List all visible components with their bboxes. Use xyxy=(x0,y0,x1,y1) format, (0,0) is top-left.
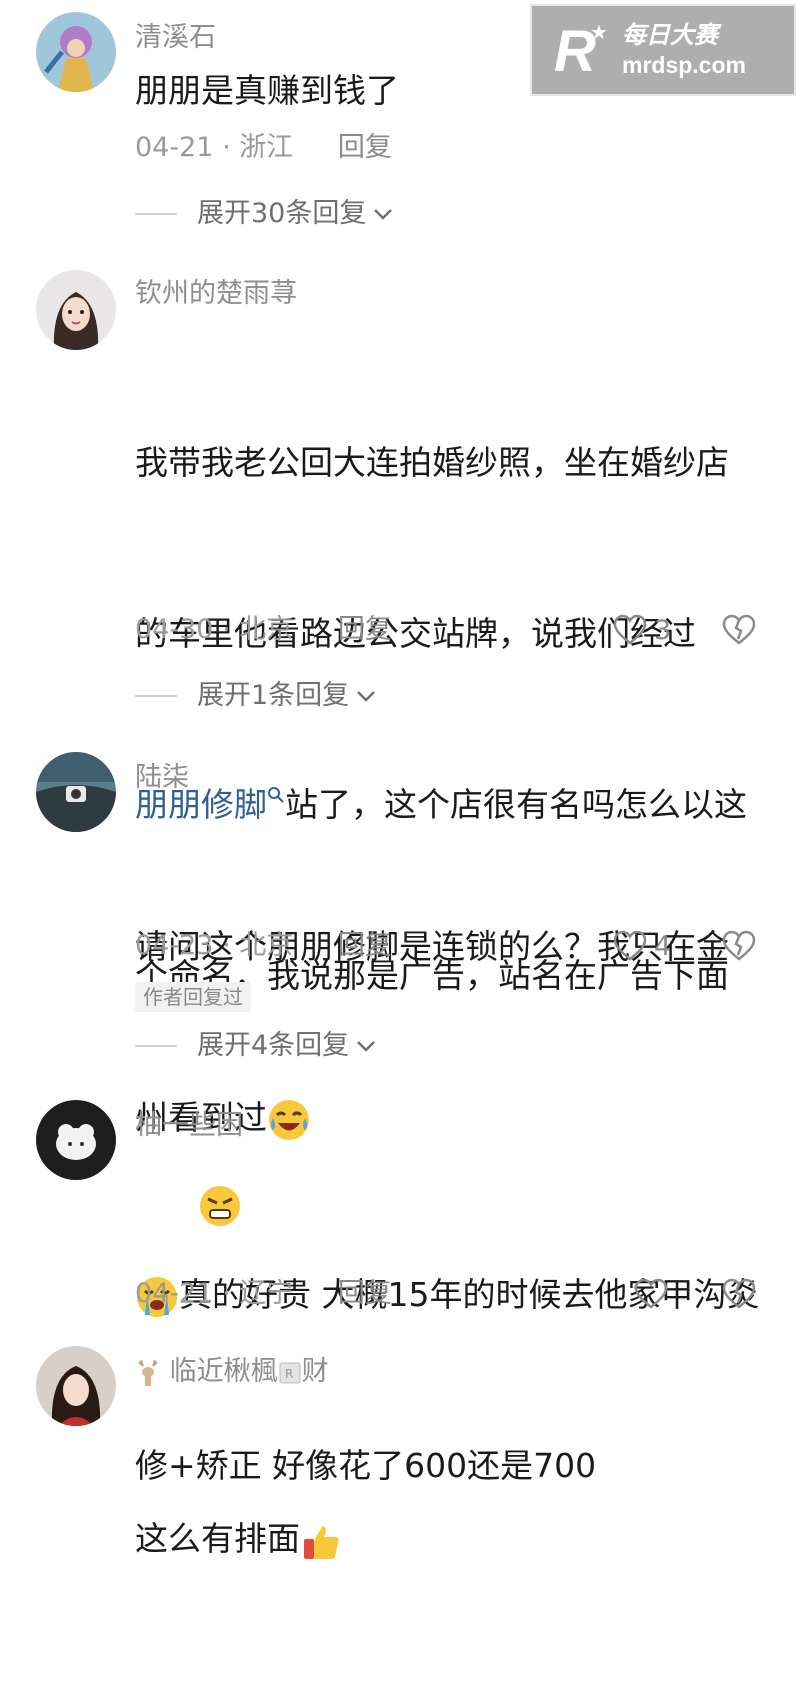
thumbs-up-emoji-icon xyxy=(304,1526,339,1559)
heart-icon xyxy=(613,930,647,961)
username[interactable]: 清溪石 xyxy=(135,20,216,56)
expand-replies-button[interactable]: 展开4条回复 xyxy=(135,1028,377,1064)
like-button[interactable]: 3 xyxy=(612,612,671,648)
comment-date: 04-21 xyxy=(135,132,214,163)
comment-meta: 04-21 · 辽宁 回复 xyxy=(135,1278,392,1309)
comment-location: 浙江 xyxy=(239,132,294,163)
author-replied-badge: 作者回复过 xyxy=(135,982,251,1012)
heart-icon xyxy=(613,614,647,645)
comment-meta: 04-30 · 北京 回复 xyxy=(135,614,392,645)
dislike-button[interactable] xyxy=(721,1276,757,1316)
expand-replies-label: 展开1条回复 xyxy=(197,680,350,711)
broken-heart-icon xyxy=(722,614,756,645)
expand-replies-button[interactable]: 展开1条回复 xyxy=(135,678,377,714)
comment-date: 04-21 xyxy=(135,1278,214,1309)
broken-heart-icon xyxy=(722,930,756,961)
reply-button[interactable]: 回复 xyxy=(338,1278,392,1309)
username[interactable]: 钦州的楚雨荨 xyxy=(135,276,297,312)
comment-text: 朋朋是真赚到钱了 xyxy=(135,71,399,110)
laughing-crying-emoji-icon xyxy=(269,1099,309,1140)
avatar[interactable] xyxy=(36,752,116,832)
avatar[interactable] xyxy=(36,270,116,350)
chevron-down-icon xyxy=(374,209,393,220)
reply-button[interactable]: 回复 xyxy=(338,614,392,645)
svg-text:★: ★ xyxy=(590,20,608,44)
like-button[interactable]: 4 xyxy=(612,928,671,964)
reply-button[interactable]: 回复 xyxy=(338,930,392,961)
search-icon xyxy=(268,787,284,803)
divider-line xyxy=(135,695,177,697)
comment-meta: 04-23 · 北京 回复 xyxy=(135,930,392,961)
dislike-button[interactable] xyxy=(721,612,757,652)
expand-replies-button[interactable]: 展开30条回复 xyxy=(135,196,394,232)
chevron-down-icon xyxy=(357,1041,376,1052)
chevron-down-icon xyxy=(357,691,376,702)
dislike-button[interactable] xyxy=(721,928,757,968)
comment-location: 辽宁 xyxy=(239,1278,294,1309)
svg-text:R: R xyxy=(285,1367,293,1381)
like-button[interactable] xyxy=(633,1276,669,1312)
avatar[interactable] xyxy=(36,1346,116,1426)
comment-date: 04-30 xyxy=(135,614,214,645)
like-count: 4 xyxy=(654,930,672,962)
deer-icon xyxy=(138,1359,158,1386)
comment-location: 北京 xyxy=(239,614,294,645)
broken-heart-icon xyxy=(722,1278,756,1309)
badge-icon: R xyxy=(279,1362,301,1383)
like-count: 3 xyxy=(654,614,672,646)
reply-button[interactable]: 回复 xyxy=(338,132,392,163)
expand-replies-label: 展开4条回复 xyxy=(197,1030,350,1061)
comment-text: 这么有排面 xyxy=(135,1396,775,1681)
avatar[interactable] xyxy=(36,1100,116,1180)
comment-meta: 04-21 · 浙江 回复 xyxy=(135,132,392,163)
username[interactable]: 柚一些困 xyxy=(135,1108,243,1144)
avatar[interactable] xyxy=(36,12,116,92)
username[interactable]: 临近楸楓 R 财 xyxy=(135,1354,329,1390)
brand-name: 每日大赛 xyxy=(622,21,718,49)
username[interactable]: 陆柒 xyxy=(135,760,189,796)
expand-replies-label: 展开30条回复 xyxy=(197,198,367,229)
heart-icon xyxy=(634,1278,668,1309)
divider-line xyxy=(135,213,177,215)
comment-date: 04-23 xyxy=(135,930,214,961)
comment-location: 北京 xyxy=(239,930,294,961)
divider-line xyxy=(135,1045,177,1047)
